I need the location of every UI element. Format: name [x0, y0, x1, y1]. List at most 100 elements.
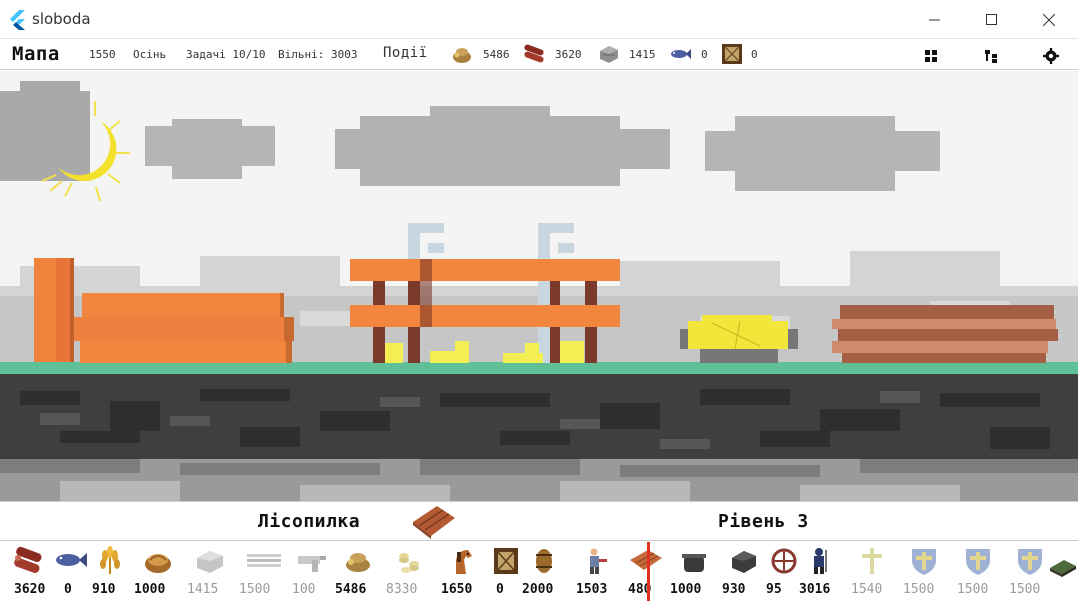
- tasks-label[interactable]: Задачі 10/10: [186, 48, 265, 61]
- inventory-item-worker[interactable]: 1503: [574, 542, 626, 601]
- coins-icon: [399, 553, 419, 573]
- stone-icon: [600, 46, 618, 63]
- close-button[interactable]: [1020, 0, 1078, 39]
- board-stack: [74, 293, 294, 363]
- inventory-item-shield[interactable]: 1500: [954, 542, 1006, 601]
- close-icon: [1043, 13, 1055, 26]
- grid-view-icon[interactable]: [922, 47, 940, 65]
- building-name: Лісопилка: [258, 511, 361, 532]
- map-tile-icon: [1050, 560, 1076, 577]
- money-bag-icon: [346, 553, 370, 572]
- inventory-item-map-tile[interactable]: [1044, 542, 1078, 601]
- inventory-item-boards[interactable]: 1500: [239, 542, 291, 601]
- money-bag-icon: [453, 48, 471, 63]
- item-value: 1000: [134, 582, 166, 597]
- worker-icon: [590, 548, 607, 574]
- item-value: 1503: [576, 582, 608, 597]
- item-value: 1500: [903, 582, 935, 597]
- tree-view-icon[interactable]: [982, 47, 1000, 65]
- boards-icon: [247, 554, 281, 567]
- inventory-item-wheat[interactable]: 910: [86, 542, 138, 601]
- item-value: 3620: [14, 582, 46, 597]
- selection-marker: [647, 542, 650, 601]
- ore-icon: [298, 556, 326, 572]
- maximize-icon: [986, 13, 997, 25]
- cross-icon: [862, 548, 882, 574]
- item-value: 1500: [1009, 582, 1041, 597]
- item-value: 5486: [335, 582, 367, 597]
- resource-value: 5486: [483, 48, 510, 61]
- building-info-row: Лісопилка Рівень 3: [0, 501, 1078, 541]
- item-value: 910: [92, 582, 116, 597]
- map-button[interactable]: Мапа: [12, 43, 60, 65]
- inventory-item-barrel[interactable]: 2000: [520, 542, 572, 601]
- sawmill-scene: [0, 71, 1078, 501]
- building-level: Рівень 3: [718, 511, 809, 532]
- item-value: 1540: [851, 582, 883, 597]
- events-button[interactable]: Події: [383, 45, 428, 61]
- shield-icon: [966, 549, 990, 575]
- planks-icon: [630, 550, 662, 570]
- inventory-item-soldier[interactable]: 3016: [797, 542, 849, 601]
- item-value: 100: [292, 582, 316, 597]
- window-title: sloboda: [32, 10, 91, 28]
- resource-value: 1415: [629, 48, 656, 61]
- frame-icon: [494, 548, 518, 574]
- wheat-icon: [100, 546, 120, 574]
- logs-icon: [14, 546, 42, 574]
- inventory-item-bread[interactable]: 1000: [134, 542, 186, 601]
- inventory-item-shield[interactable]: 1500: [900, 542, 952, 601]
- top-status-bar: Мапа 1550 Осінь Задачі 10/10 Вільні: 300…: [0, 40, 1078, 70]
- resource-value: 0: [701, 48, 708, 61]
- inventory-item-ore[interactable]: 100: [288, 542, 340, 601]
- pot-icon: [682, 554, 706, 572]
- settings-gear-icon[interactable]: [1042, 47, 1060, 65]
- fish-icon: [671, 49, 691, 59]
- planks-icon: [413, 506, 455, 539]
- season-label: Осінь: [133, 48, 167, 61]
- flutter-logo-icon: [10, 10, 25, 30]
- cloud: [335, 106, 670, 186]
- barrel-icon: [536, 549, 552, 573]
- item-value: 2000: [522, 582, 554, 597]
- free-workers-label: Вільні: 3003: [278, 48, 358, 61]
- item-value: 1415: [187, 582, 219, 597]
- coal-icon: [732, 551, 756, 573]
- maximize-button[interactable]: [963, 0, 1021, 39]
- item-value: 930: [722, 582, 746, 597]
- game-scene[interactable]: [0, 71, 1078, 501]
- item-value: 3016: [799, 582, 831, 597]
- minimize-icon: [929, 19, 940, 20]
- fish-icon: [56, 553, 87, 567]
- item-value: 1650: [441, 582, 473, 597]
- inventory-item-stone[interactable]: 1415: [186, 542, 238, 601]
- minimize-button[interactable]: [906, 0, 964, 39]
- cloud: [0, 81, 90, 181]
- logs-icon: [524, 44, 544, 63]
- item-value: 1500: [957, 582, 989, 597]
- item-value: 0: [496, 582, 504, 597]
- item-value: 1000: [670, 582, 702, 597]
- bread-basket-icon: [145, 554, 171, 573]
- log-stack: [832, 305, 1058, 363]
- shield-icon: [1018, 549, 1042, 575]
- item-value: 0: [64, 582, 72, 597]
- resource-value: 0: [751, 48, 758, 61]
- item-value: 95: [766, 582, 782, 597]
- item-value: 8330: [386, 582, 418, 597]
- vertical-boards: [34, 258, 74, 362]
- year-label: 1550: [89, 48, 116, 61]
- resource-value: 3620: [555, 48, 582, 61]
- inventory-item-pot[interactable]: 1000: [670, 542, 722, 601]
- window-title-bar: sloboda: [0, 0, 1078, 39]
- soldier-icon: [814, 548, 827, 574]
- inventory-item-money[interactable]: 5486: [334, 542, 386, 601]
- frame-icon: [722, 44, 742, 64]
- stone-icon: [197, 551, 223, 573]
- item-value: 1500: [239, 582, 271, 597]
- horse-icon: [456, 550, 472, 574]
- inventory-item-cross[interactable]: 1540: [848, 542, 900, 601]
- inventory-bar: 3620 0 910 1000 1415 1500 100 5486 8330 …: [0, 542, 1078, 601]
- shield-icon: [912, 549, 936, 575]
- inventory-item-coins[interactable]: 8330: [386, 542, 438, 601]
